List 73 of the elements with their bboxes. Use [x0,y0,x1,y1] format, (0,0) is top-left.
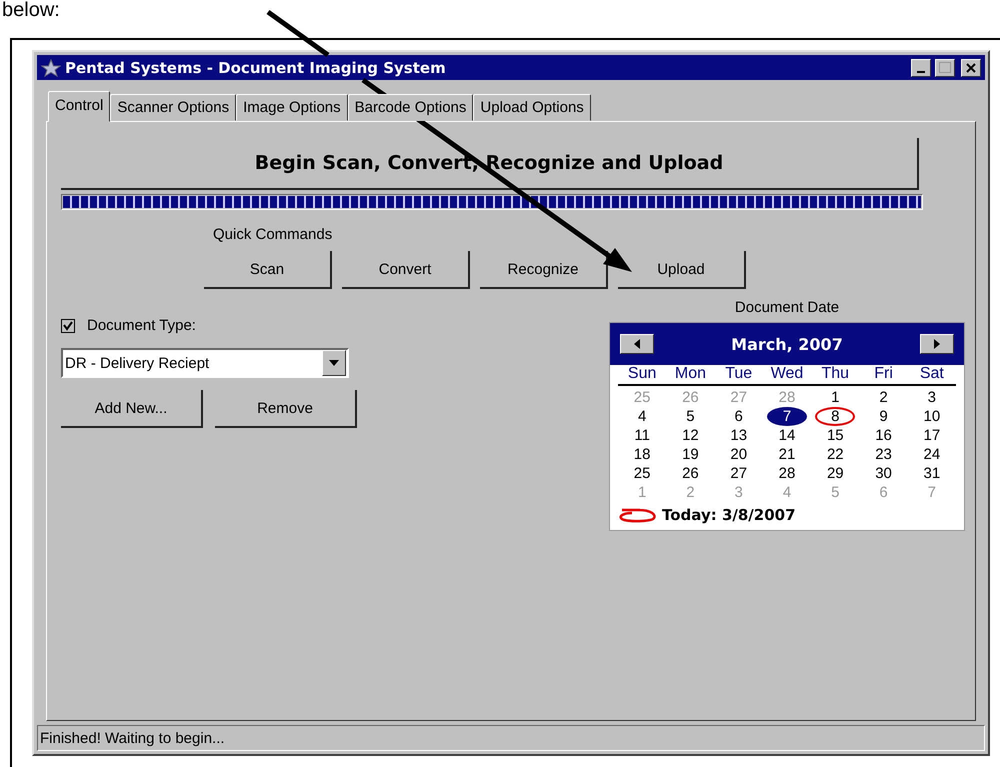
weekday-header: Wed [762,365,812,386]
calendar-day[interactable]: 24 [922,445,942,464]
calendar-day[interactable]: 4 [634,407,650,426]
calendar-day[interactable]: 28 [776,464,798,483]
checkmark-icon [63,320,73,330]
checkbox[interactable] [61,318,75,332]
dropdown-arrow-icon [329,360,339,366]
calendar-day[interactable]: 10 [922,407,942,426]
command-button[interactable]: Scan [204,251,332,289]
tab[interactable]: Image Options [236,94,348,121]
tab[interactable]: Upload Options [473,94,591,121]
calendar-day[interactable]: 2 [876,388,892,407]
calendar-day[interactable]: 18 [632,445,652,464]
calendar-day[interactable]: 31 [922,464,942,483]
command-button[interactable]: Upload [618,251,746,289]
quick-commands-label: Quick Commands [213,226,332,243]
calendar-day[interactable]: 5 [682,407,698,426]
close-button[interactable] [961,58,981,76]
document-text: below: [1,0,61,23]
tab[interactable]: Scanner Options [110,94,236,121]
calendar-day[interactable]: 22 [824,445,846,464]
calendar-day[interactable]: 23 [873,445,894,464]
close-icon [966,62,976,72]
today-label: Today: 3/8/2007 [662,506,796,524]
selected-day[interactable]: 7 [766,407,807,426]
calendar-day[interactable]: 15 [824,426,846,445]
next-month-button[interactable] [920,334,954,354]
window-title: Pentad Systems - Document Imaging System [65,58,447,76]
right-arrow-icon [932,339,941,349]
status-bar: Finished! Waiting to begin... [37,725,985,751]
document-date-label: Document Date [734,299,840,316]
calendar-day[interactable]: 29 [824,464,846,483]
today-day[interactable]: 8 [815,407,856,426]
calendar-day[interactable]: 19 [680,445,701,464]
calendar-day[interactable]: 1 [827,388,844,407]
calendar-day[interactable]: 27 [728,464,750,483]
minimize-icon [917,70,925,72]
weekday-header: Fri [859,365,908,386]
calendar-day[interactable]: 17 [922,426,942,445]
calendar-day[interactable]: 3 [924,388,940,407]
weekday-header: Mon [666,365,715,386]
document-type-button[interactable]: Remove [215,390,357,428]
weekday-header: Sun [618,365,666,386]
tab[interactable]: Control [48,91,110,122]
previous-month-button[interactable] [620,334,654,354]
document-type-dropdown[interactable]: DR - Delivery Reciept [61,348,349,378]
calendar-day[interactable]: 30 [873,464,894,483]
begin-button[interactable]: Begin Scan, Convert, Recognize and Upload [61,138,919,190]
minimize-button[interactable] [911,58,931,76]
weekday-header: Sat [908,365,956,386]
star-icon [41,58,61,76]
maximize-icon [939,62,951,73]
calendar-day[interactable]: 11 [632,426,652,445]
left-arrow-icon [633,339,641,349]
calendar-day[interactable]: 16 [873,426,894,445]
calendar-day[interactable]: 25 [632,464,652,483]
month-title: March, 2007 [731,334,843,354]
calendar-day[interactable]: 6 [730,407,747,426]
weekday-header: Tue [714,365,763,386]
command-button[interactable]: Recognize [480,251,608,289]
calendar-day[interactable]: 20 [728,445,750,464]
document-type-label: Document Type: [87,317,196,334]
calendar-day[interactable]: 9 [876,407,892,426]
maximize-button[interactable] [935,58,955,76]
calendar-day[interactable]: 13 [728,426,750,445]
calendar-day[interactable]: 21 [776,445,798,464]
command-button[interactable]: Convert [342,251,470,289]
tab[interactable]: Barcode Options [348,94,474,121]
calendar-day[interactable]: 26 [680,464,701,483]
calendar-day[interactable]: 14 [776,426,798,445]
weekday-header: Thu [811,365,860,386]
document-type-button[interactable]: Add New... [61,390,203,428]
calendar-day[interactable]: 12 [680,426,701,445]
